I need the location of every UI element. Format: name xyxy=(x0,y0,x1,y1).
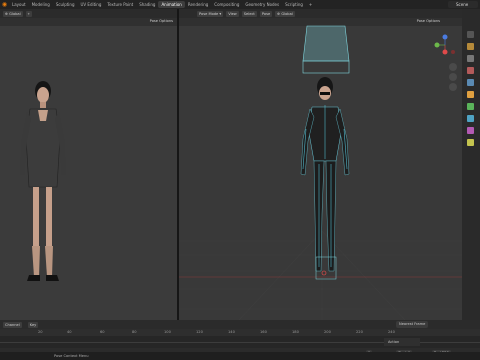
left-character-render xyxy=(0,26,177,320)
action-label: Action xyxy=(388,340,400,344)
ruler-tick: 20 xyxy=(38,330,43,334)
data-tab-icon[interactable] xyxy=(467,115,474,122)
interpolation-dropdown[interactable]: Nearest Frame xyxy=(396,321,429,328)
tab-shading[interactable]: Shading xyxy=(136,1,158,8)
ruler-tick: 220 xyxy=(356,330,363,334)
status-text: Pose Context Menu xyxy=(54,354,89,358)
left-viewport[interactable]: ⊕ Global ⌖ Pose Options xyxy=(0,9,177,320)
ruler-tick: 60 xyxy=(100,330,105,334)
workspace-bar: ◉ Layout Modeling Sculpting UV Editing T… xyxy=(0,0,480,9)
tab-geometry-nodes[interactable]: Geometry Nodes xyxy=(242,1,282,8)
action-field[interactable]: Action xyxy=(384,338,420,346)
tab-texture-paint[interactable]: Texture Paint xyxy=(104,1,136,8)
frame-ruler[interactable]: 20 40 60 80 100 120 140 160 180 200 220 … xyxy=(0,329,480,336)
ruler-tick: 80 xyxy=(132,330,137,334)
constraint-tab-icon[interactable] xyxy=(467,103,474,110)
channel-menu[interactable]: Channel xyxy=(3,321,22,328)
tab-compositing[interactable]: Compositing xyxy=(211,1,242,8)
ruler-tick: 100 xyxy=(164,330,171,334)
scene-name: Scene xyxy=(456,2,469,7)
tab-scripting[interactable]: Scripting xyxy=(282,1,306,8)
keyframe-track[interactable]: Action xyxy=(0,336,480,348)
scene-selector[interactable]: Scene xyxy=(448,1,478,8)
ruler-tick: 180 xyxy=(292,330,299,334)
tab-modeling[interactable]: Modeling xyxy=(29,1,53,8)
ruler-tick: 200 xyxy=(324,330,331,334)
pan-hand-icon[interactable] xyxy=(449,73,457,81)
view-layer-tab-icon[interactable] xyxy=(467,67,474,74)
tab-layout[interactable]: Layout xyxy=(9,1,29,8)
ruler-tick: 240 xyxy=(388,330,395,334)
render-tab-icon[interactable] xyxy=(467,43,474,50)
tool-tab-icon[interactable] xyxy=(467,31,474,38)
timeline-header: Channel Key Nearest Frame xyxy=(0,320,480,329)
properties-tab-strip xyxy=(462,9,480,320)
tab-uv-editing[interactable]: UV Editing xyxy=(78,1,105,8)
tab-sculpting[interactable]: Sculpting xyxy=(53,1,78,8)
material-tab-icon[interactable] xyxy=(467,127,474,134)
ruler-tick: 160 xyxy=(260,330,267,334)
ruler-tick: 140 xyxy=(228,330,235,334)
tab-rendering[interactable]: Rendering xyxy=(185,1,211,8)
status-bar: Pose Context Menu xyxy=(0,352,480,360)
tab-animation[interactable]: Animation xyxy=(158,1,185,8)
blender-logo-icon[interactable]: ◉ xyxy=(0,0,9,9)
ruler-tick: 40 xyxy=(67,330,72,334)
right-viewport-scene xyxy=(179,25,462,320)
add-workspace-button[interactable]: + xyxy=(306,1,315,8)
zoom-icon[interactable] xyxy=(449,63,457,71)
object-tab-icon[interactable] xyxy=(467,91,474,98)
ruler-tick: 120 xyxy=(196,330,203,334)
key-menu[interactable]: Key xyxy=(27,321,39,328)
right-viewport[interactable]: Pose Mode ▾ View Select Pose ⊕ Global Po… xyxy=(179,9,462,320)
camera-view-icon[interactable] xyxy=(449,83,457,91)
output-tab-icon[interactable] xyxy=(467,55,474,62)
scene-tab-icon[interactable] xyxy=(467,79,474,86)
bone-tab-icon[interactable] xyxy=(467,139,474,146)
